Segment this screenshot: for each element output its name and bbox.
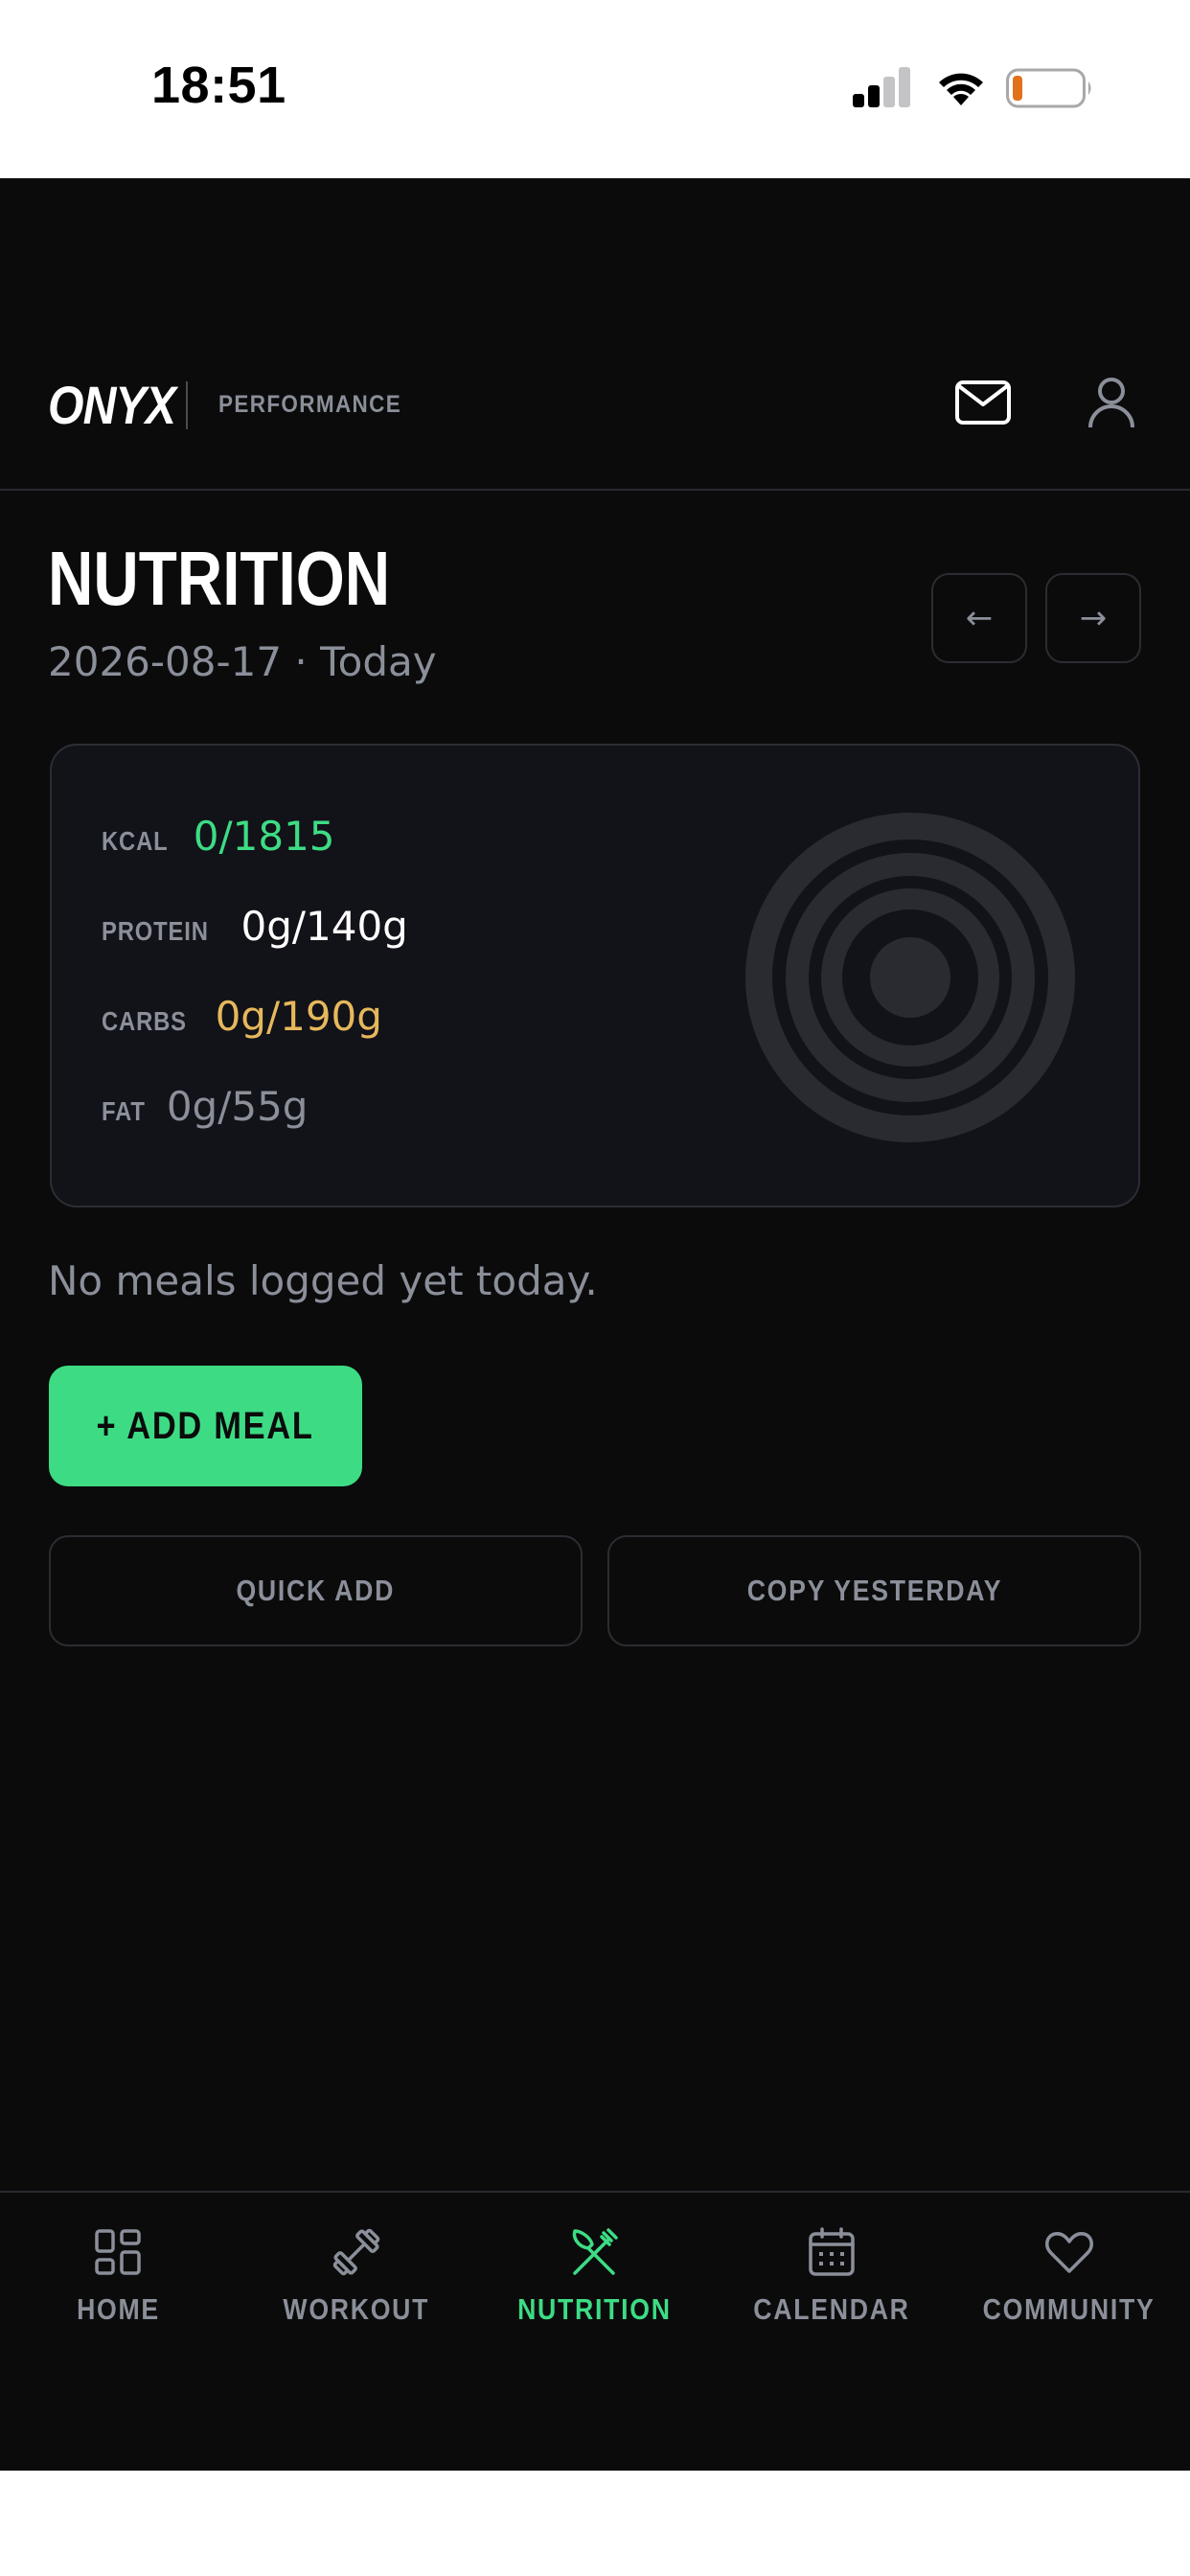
previous-day-button[interactable]: ← [931, 573, 1027, 663]
nutrition-summary-card: KCAL 0/1815 PROTEIN 0g/140g CARBS 0g/190… [50, 744, 1140, 1208]
mail-icon [955, 380, 1011, 425]
status-time: 18:51 [151, 57, 286, 114]
tab-nutrition[interactable]: NUTRITION [489, 2225, 699, 2359]
brand-logo[interactable]: ONYX [48, 374, 176, 436]
status-bar: 18:51 [0, 0, 1190, 178]
logo-divider [186, 381, 188, 429]
tab-home-label: HOME [76, 2292, 160, 2326]
bottom-tab-bar: HOME WORKOUT NUTRITION CALENDAR COMMUNIT… [0, 2191, 1190, 2471]
page-date: 2026-08-17 · Today [48, 638, 437, 685]
tab-community-label: COMMUNITY [983, 2292, 1156, 2326]
fat-row: FAT 0g/55g [102, 1083, 308, 1130]
copy-yesterday-label: COPY YESTERDAY [746, 1574, 1002, 1607]
calendar-icon [809, 2227, 855, 2276]
battery-icon [1006, 68, 1091, 108]
app-screen: ONYX PERFORMANCE NUTRITION 2026-08-17 · … [0, 178, 1190, 2471]
tab-community[interactable]: COMMUNITY [964, 2225, 1175, 2359]
home-indicator-area [0, 2471, 1190, 2576]
carbs-value: 0g/190g [215, 993, 382, 1040]
tab-calendar[interactable]: CALENDAR [726, 2225, 937, 2359]
protein-row: PROTEIN 0g/140g [102, 903, 408, 950]
user-icon [1088, 378, 1134, 428]
brand-subtitle: PERFORMANCE [218, 391, 402, 418]
add-meal-label: + ADD MEAL [96, 1404, 315, 1447]
app-header: ONYX PERFORMANCE [0, 178, 1190, 491]
messages-button[interactable] [954, 378, 1012, 427]
copy-yesterday-button[interactable]: COPY YESTERDAY [607, 1535, 1141, 1646]
add-meal-button[interactable]: + ADD MEAL [49, 1366, 362, 1486]
fat-ring [870, 937, 950, 1018]
kcal-value: 0/1815 [193, 813, 335, 860]
carbs-label: CARBS [102, 1006, 187, 1036]
cellular-signal-icon [853, 67, 910, 107]
tab-workout[interactable]: WORKOUT [251, 2225, 462, 2359]
quick-add-label: QUICK ADD [236, 1574, 396, 1607]
empty-meals-message: No meals logged yet today. [48, 1257, 598, 1304]
protein-value: 0g/140g [240, 903, 408, 950]
next-day-button[interactable]: → [1045, 573, 1141, 663]
page-title: NUTRITION [48, 536, 391, 621]
dumbbell-icon [332, 2228, 380, 2276]
macro-rings-chart [745, 813, 1075, 1142]
protein-label: PROTEIN [102, 916, 209, 946]
heart-icon [1045, 2232, 1093, 2273]
fork-knife-icon [572, 2228, 618, 2275]
carbs-row: CARBS 0g/190g [102, 993, 382, 1040]
kcal-label: KCAL [102, 826, 169, 856]
kcal-row: KCAL 0/1815 [102, 813, 335, 860]
tab-calendar-label: CALENDAR [753, 2292, 910, 2326]
arrow-left-icon: ← [965, 599, 994, 637]
grid-icon [95, 2229, 141, 2275]
tab-nutrition-label: NUTRITION [516, 2292, 672, 2326]
fat-label: FAT [102, 1096, 146, 1126]
tab-home[interactable]: HOME [12, 2225, 223, 2359]
tab-workout-label: WORKOUT [283, 2292, 430, 2326]
profile-button[interactable] [1085, 376, 1138, 429]
quick-add-button[interactable]: QUICK ADD [49, 1535, 583, 1646]
fat-value: 0g/55g [166, 1083, 309, 1130]
wifi-icon [939, 73, 983, 105]
arrow-right-icon: → [1079, 599, 1108, 637]
